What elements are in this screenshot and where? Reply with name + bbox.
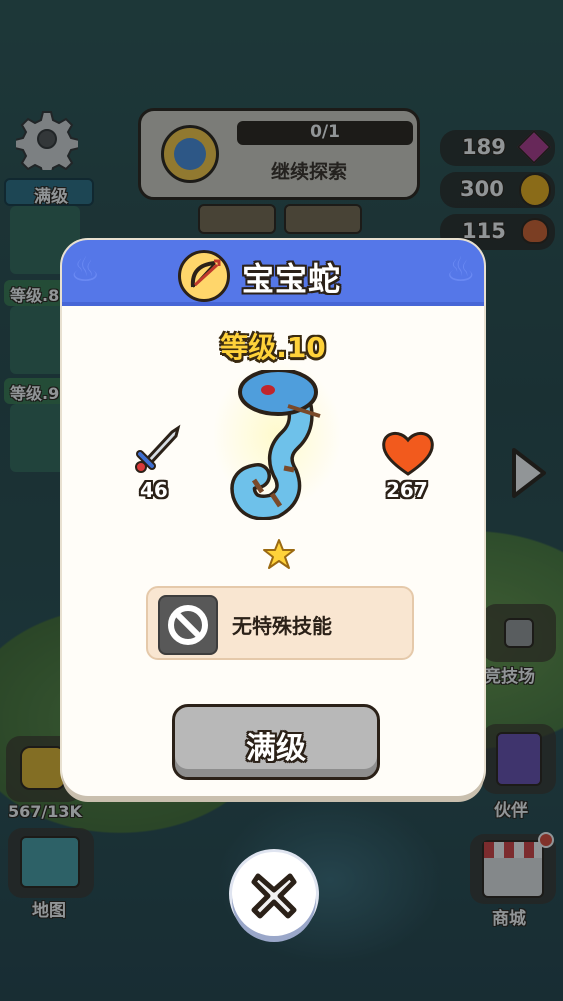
max-level-button[interactable]: 满级 bbox=[172, 704, 380, 780]
bow-icon bbox=[178, 250, 230, 302]
pet-detail-modal: ♨ ♨ 宝宝蛇 等级.10 46 267 无特殊技能 满级 bbox=[62, 240, 484, 796]
health-value: 267 bbox=[386, 478, 428, 502]
modal-header: ♨ ♨ 宝宝蛇 bbox=[62, 240, 484, 306]
sword-icon bbox=[135, 424, 181, 473]
star-icon bbox=[263, 539, 295, 569]
pet-name: 宝宝蛇 bbox=[242, 260, 342, 298]
attack-value: 46 bbox=[140, 478, 168, 502]
close-icon bbox=[251, 873, 297, 919]
max-level-button-label: 满级 bbox=[246, 731, 306, 766]
close-button[interactable] bbox=[232, 852, 316, 936]
snake-pet-icon bbox=[230, 370, 321, 520]
no-skill-icon bbox=[158, 595, 218, 655]
skill-label: 无特殊技能 bbox=[232, 614, 332, 638]
flame-decoration-icon: ♨ bbox=[70, 250, 101, 290]
skill-box: 无特殊技能 bbox=[146, 586, 414, 660]
flame-decoration-icon: ♨ bbox=[445, 250, 476, 290]
heart-icon bbox=[382, 432, 434, 476]
